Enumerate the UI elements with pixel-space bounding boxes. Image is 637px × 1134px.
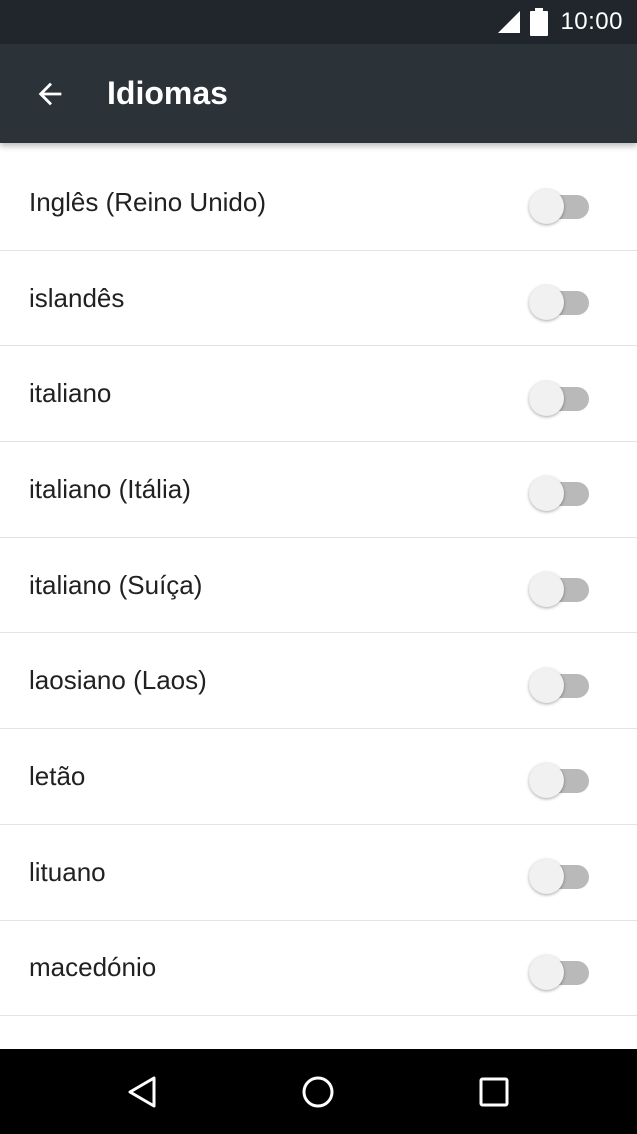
back-button[interactable] [0,44,100,143]
recents-square-icon [479,1077,509,1106]
language-item-italiano-italia[interactable]: italiano (Itália) [0,442,637,538]
language-label: italiano (Suíça) [29,569,203,600]
language-label: Inglês (Reino Unido) [29,186,267,217]
language-toggle[interactable] [529,182,593,225]
toggle-thumb [529,285,564,321]
language-toggle[interactable] [529,374,593,416]
toggle-thumb [529,859,564,895]
toggle-thumb [529,667,564,703]
signal-icon [498,11,521,33]
page-title: Idiomas [107,75,228,111]
toggle-thumb [529,763,564,799]
back-triangle-icon [128,1076,156,1107]
language-item-macedonio[interactable]: macedónio [0,921,637,1017]
nav-recents-button[interactable] [454,1057,534,1127]
app-bar: Idiomas [0,44,637,143]
language-list[interactable]: Inglês (Reino Unido) islandês italiano i… [0,155,637,1050]
toggle-thumb [529,380,564,416]
language-item-laosiano-laos[interactable]: laosiano (Laos) [0,633,637,730]
language-label: letão [29,760,86,791]
language-toggle[interactable] [529,469,593,512]
nav-home-button[interactable] [278,1057,358,1127]
battery-icon [530,8,549,36]
language-item-italiano-suica[interactable]: italiano (Suíça) [0,538,637,634]
arrow-left-icon [38,82,62,105]
language-toggle[interactable] [529,948,593,990]
language-toggle[interactable] [529,852,593,895]
screen: 10:00 Idiomas Inglês (Reino Unido) islan… [0,0,637,1134]
status-clock: 10:00 [560,8,623,35]
language-item-islandes[interactable]: islandês [0,251,637,347]
language-label: macedónio [29,952,157,983]
language-label: laosiano (Laos) [29,665,207,696]
language-label: italiano [29,378,112,409]
toggle-thumb [529,954,564,990]
language-item-letao[interactable]: letão [0,729,637,825]
language-item-ingles-reino-unido[interactable]: Inglês (Reino Unido) [0,155,637,251]
language-toggle[interactable] [529,278,593,321]
language-item-lituano[interactable]: lituano [0,825,637,921]
nav-back-button[interactable] [103,1057,183,1127]
language-toggle[interactable] [529,756,593,799]
language-item-malaio[interactable]: malaio [0,1016,637,1050]
language-label: islandês [29,282,125,313]
language-toggle[interactable] [529,661,593,703]
language-toggle[interactable] [529,565,593,608]
toggle-thumb [529,572,564,608]
status-bar: 10:00 [0,0,637,44]
toggle-thumb [529,189,564,225]
toggle-thumb [529,476,564,512]
language-label: lituano [29,856,106,887]
navigation-bar [0,1049,637,1134]
language-item-italiano[interactable]: italiano [0,346,637,443]
language-label: italiano (Itália) [29,473,191,504]
home-circle-icon [302,1076,334,1107]
